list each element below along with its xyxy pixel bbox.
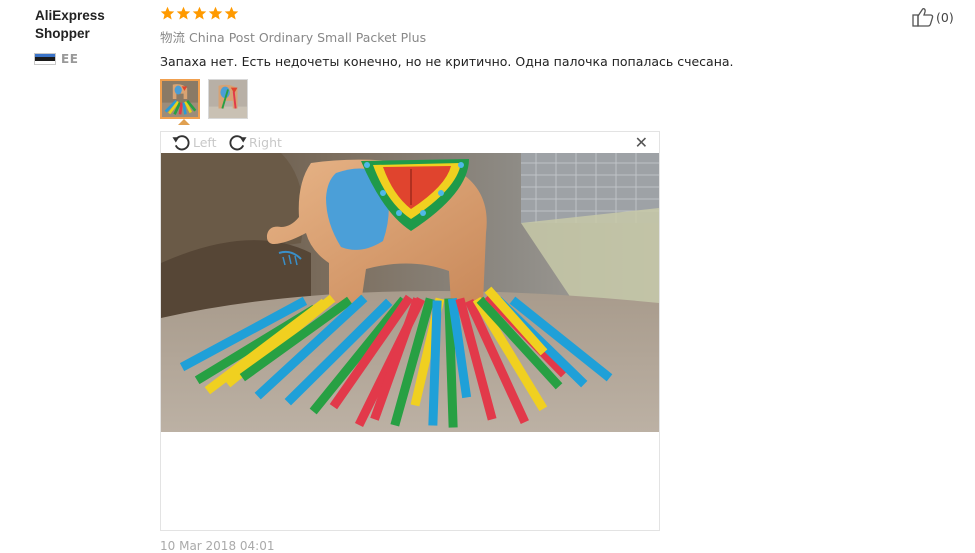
review-date: 10 Mar 2018 04:01 (160, 539, 275, 553)
rotate-left-button[interactable]: Left (171, 133, 217, 152)
star-icon (160, 6, 175, 21)
shipping-info: 物流 China Post Ordinary Small Packet Plus (160, 30, 940, 46)
reviewer-name: AliExpress Shopper (35, 8, 105, 41)
rotate-right-icon (229, 135, 247, 151)
rotate-left-icon (172, 135, 190, 151)
star-icon (176, 6, 191, 21)
flag-icon (35, 54, 55, 64)
close-icon[interactable]: ✕ (635, 135, 648, 151)
thumbs-up-icon (912, 8, 934, 27)
rotate-right-button[interactable]: Right (227, 133, 282, 152)
rotate-right-label: Right (249, 135, 282, 150)
reviewer-country: EE (35, 52, 145, 66)
rotate-left-label: Left (193, 135, 217, 150)
shipping-method: China Post Ordinary Small Packet Plus (189, 30, 427, 45)
review-body: 物流 China Post Ordinary Small Packet Plus … (160, 6, 940, 119)
reviewer-info: AliExpress Shopper EE (35, 7, 145, 66)
country-code: EE (61, 52, 79, 66)
thumbnail-photo-2[interactable] (208, 79, 248, 119)
star-icon (208, 6, 223, 21)
star-icon (192, 6, 207, 21)
helpful-button[interactable]: (0) (912, 7, 954, 27)
review-comment: Запаха нет. Есть недочеты конечно, но не… (160, 54, 734, 69)
photo-thumbnails (160, 79, 940, 119)
viewer-toolbar: Left Right ✕ (161, 132, 659, 153)
thumbnail-photo-1[interactable] (160, 79, 200, 119)
shipping-label: 物流 (160, 30, 186, 45)
helpful-count: (0) (936, 9, 954, 25)
image-viewer: Left Right ✕ (160, 131, 660, 531)
star-icon (224, 6, 239, 21)
review-photo (161, 153, 659, 432)
thumbnail-pointer (178, 119, 190, 125)
star-rating (160, 6, 940, 24)
